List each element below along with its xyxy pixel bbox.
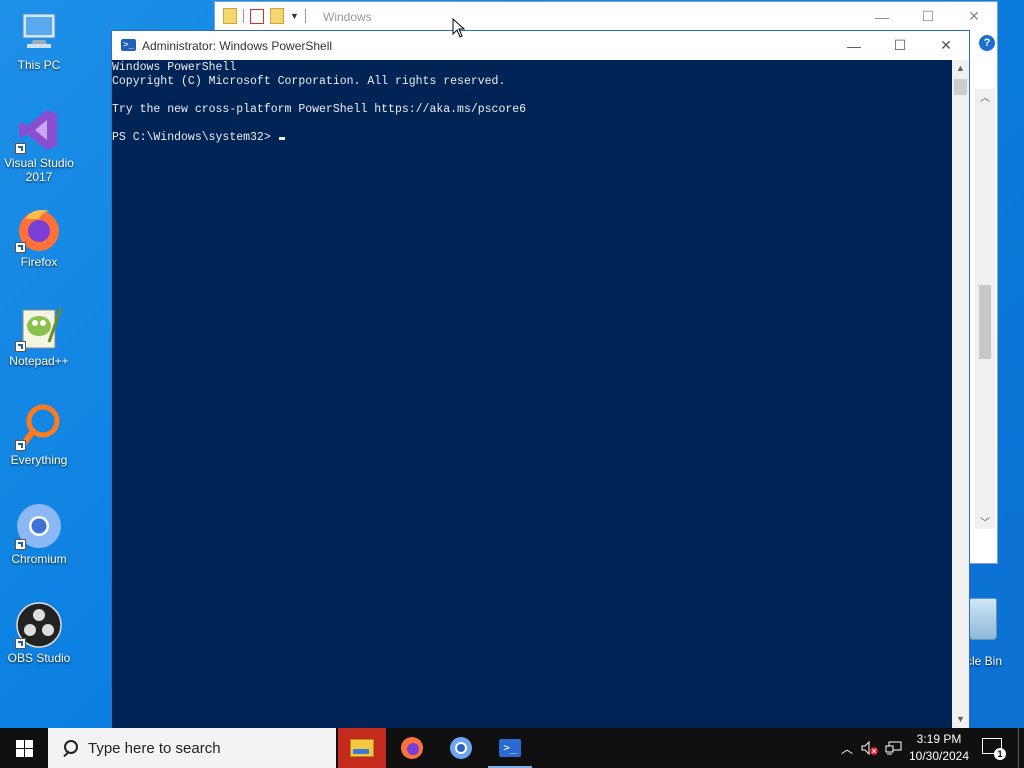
chevron-up-icon[interactable]: ︿ (975, 89, 995, 104)
everything-icon (15, 403, 63, 451)
toolbar-divider (304, 9, 306, 23)
console-prompt-line[interactable]: PS C:\Windows\system32> (112, 131, 952, 145)
desktop-icon-notepadpp[interactable]: Notepad++ (1, 304, 77, 368)
notification-badge: 1 (994, 748, 1006, 760)
quick-access-toolbar: ▼ (223, 8, 306, 24)
console-prompt: PS C:\Windows\system32> (112, 131, 278, 144)
desktop-icon-label: Chromium (11, 552, 67, 566)
maximize-button[interactable]: ☐ (905, 2, 951, 31)
desktop-icon-label: This PC (17, 58, 61, 72)
desktop-icon-label: OBS Studio (7, 651, 71, 665)
powershell-icon: >_ (499, 739, 521, 757)
show-desktop-button[interactable] (1018, 728, 1024, 768)
desktop-icon-visual-studio[interactable]: Visual Studio 2017 (1, 106, 77, 184)
shortcut-arrow-icon (15, 143, 26, 154)
obs-icon (15, 601, 63, 649)
shortcut-arrow-icon (15, 638, 26, 649)
shortcut-arrow-icon (15, 242, 26, 253)
console-line: Try the new cross-platform PowerShell ht… (112, 103, 527, 116)
mouse-pointer-icon (452, 18, 466, 38)
scrollbar-thumb[interactable] (979, 285, 991, 359)
chevron-down-icon[interactable]: ﹀ (975, 514, 995, 529)
help-icon[interactable]: ? (979, 35, 995, 51)
chromium-icon (15, 502, 63, 550)
explorer-scrollbar[interactable]: ︿ ﹀ (975, 89, 995, 529)
desktop-icon-label: cle Bin (966, 654, 1003, 668)
folder-icon[interactable] (223, 8, 237, 24)
volume-button[interactable] (860, 728, 880, 768)
firefox-icon (401, 737, 423, 759)
shortcut-arrow-icon (15, 539, 26, 550)
chromium-icon (450, 737, 472, 759)
desktop-icon-this-pc[interactable]: This PC (1, 8, 77, 72)
chevron-up-icon[interactable]: ▲ (952, 60, 969, 77)
console-output[interactable]: Windows PowerShell Copyright (C) Microso… (112, 60, 952, 728)
desktop-icon-label: Visual Studio 2017 (4, 156, 74, 184)
desktop-icon-everything[interactable]: Everything (1, 403, 77, 467)
powershell-icon: >_ (121, 39, 136, 51)
console-line: Copyright (C) Microsoft Corporation. All… (112, 75, 506, 88)
network-button[interactable] (884, 728, 904, 768)
window-title: Administrator: Windows PowerShell (142, 39, 333, 53)
text-cursor (278, 137, 285, 140)
visual-studio-icon (15, 106, 63, 154)
console-scrollbar[interactable]: ▲ ▼ (952, 60, 969, 728)
volume-muted-icon (861, 741, 878, 755)
shortcut-arrow-icon (15, 440, 26, 451)
windows-logo-icon (15, 739, 33, 757)
desktop-icon-label: Firefox (20, 255, 58, 269)
chevron-down-icon[interactable]: ▼ (952, 711, 969, 728)
toolbar-divider (243, 9, 244, 23)
explorer-title: Windows (323, 10, 372, 24)
minimize-button[interactable]: — (859, 2, 905, 31)
taskbar-file-explorer[interactable] (338, 728, 386, 768)
scrollbar-thumb[interactable] (954, 79, 967, 95)
network-icon (885, 741, 902, 755)
clock-date: 10/30/2024 (908, 749, 970, 763)
close-button[interactable]: ✕ (951, 2, 997, 31)
search-box[interactable]: Type here to search (48, 728, 336, 768)
taskbar-powershell[interactable]: >_ (486, 728, 534, 768)
file-explorer-icon (350, 739, 374, 757)
powershell-window[interactable]: >_ Administrator: Windows PowerShell — ☐… (111, 30, 970, 728)
start-button[interactable] (0, 728, 48, 768)
maximize-button[interactable]: ☐ (877, 31, 923, 60)
show-hidden-icons-button[interactable]: ︿ (838, 728, 856, 768)
console-line: Windows PowerShell (112, 61, 237, 74)
taskbar: Type here to search >_ ︿ 3:19 PM 10/30/2… (0, 728, 1024, 768)
new-folder-icon[interactable] (270, 8, 284, 24)
clock-time: 3:19 PM (916, 732, 962, 746)
search-placeholder: Type here to search (88, 739, 221, 757)
taskbar-chromium[interactable] (437, 728, 485, 768)
desktop-icon-obs[interactable]: OBS Studio (1, 601, 77, 665)
desktop-icon-label: Notepad++ (9, 354, 69, 368)
powershell-titlebar[interactable]: >_ Administrator: Windows PowerShell — ☐… (112, 31, 969, 60)
system-clock[interactable]: 3:19 PM 10/30/2024 (904, 731, 974, 765)
desktop-icon-recycle-bin[interactable]: cle Bin (966, 598, 1024, 668)
this-pc-icon (15, 8, 63, 56)
desktop-icon-firefox[interactable]: Firefox (1, 205, 77, 269)
notepadpp-icon (15, 304, 63, 352)
chevron-down-icon[interactable]: ▼ (290, 11, 299, 21)
desktop-icon-chromium[interactable]: Chromium (1, 502, 77, 566)
desktop-icon-label: Everything (10, 453, 68, 467)
search-icon (62, 740, 78, 756)
firefox-icon (15, 205, 63, 253)
taskbar-firefox[interactable] (388, 728, 436, 768)
minimize-button[interactable]: — (831, 31, 877, 60)
recycle-bin-icon (969, 598, 997, 640)
explorer-titlebar[interactable]: ▼ Windows — ☐ ✕ (215, 2, 997, 31)
close-button[interactable]: ✕ (923, 31, 969, 60)
chevron-up-icon: ︿ (840, 741, 853, 756)
shortcut-arrow-icon (15, 341, 26, 352)
properties-icon[interactable] (250, 8, 264, 24)
